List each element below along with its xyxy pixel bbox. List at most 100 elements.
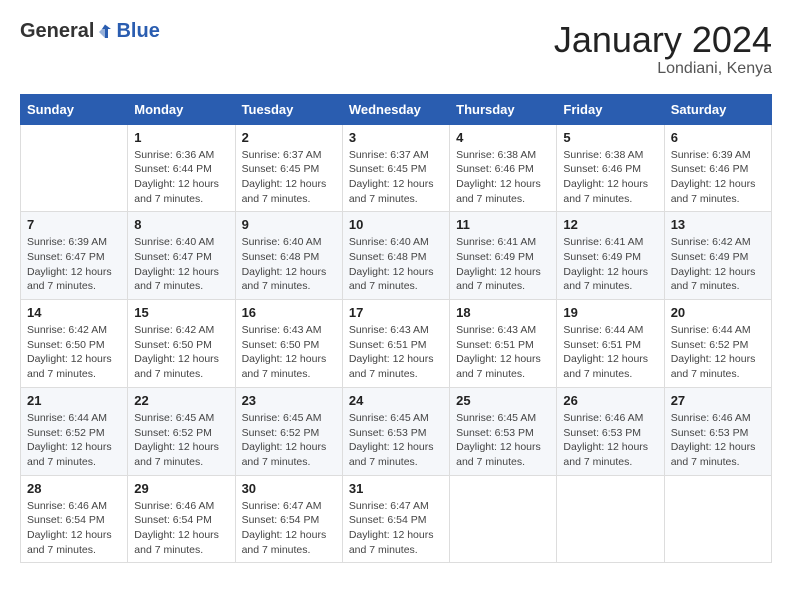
calendar-cell: 10 Sunrise: 6:40 AMSunset: 6:48 PMDayligh… xyxy=(342,212,449,300)
calendar-cell xyxy=(664,475,771,563)
calendar-cell xyxy=(557,475,664,563)
day-info: Sunrise: 6:38 AMSunset: 6:46 PMDaylight:… xyxy=(456,148,550,207)
day-number: 29 xyxy=(134,481,228,496)
day-info: Sunrise: 6:45 AMSunset: 6:53 PMDaylight:… xyxy=(349,411,443,470)
calendar-cell: 18 Sunrise: 6:43 AMSunset: 6:51 PMDayligh… xyxy=(450,300,557,388)
location-title: Londiani, Kenya xyxy=(554,60,772,78)
calendar-week-row: 14Sunrise: 6:42 AMSunset: 6:50 PMDayligh… xyxy=(21,300,772,388)
day-number: 31 xyxy=(349,481,443,496)
calendar-cell: 8 Sunrise: 6:40 AMSunset: 6:47 PMDaylight… xyxy=(128,212,235,300)
day-number: 8 xyxy=(134,217,228,232)
day-info: Sunrise: 6:36 AMSunset: 6:44 PMDaylight:… xyxy=(134,148,228,207)
day-number: 10 xyxy=(349,217,443,232)
day-number: 4 xyxy=(456,130,550,145)
weekday-header: Wednesday xyxy=(342,94,449,124)
day-info: Sunrise: 6:39 AMSunset: 6:46 PMDaylight:… xyxy=(671,148,765,207)
day-number: 18 xyxy=(456,305,550,320)
calendar-cell: 12Sunrise: 6:41 AMSunset: 6:49 PMDayligh… xyxy=(557,212,664,300)
calendar-cell xyxy=(21,124,128,212)
day-number: 5 xyxy=(563,130,657,145)
day-info: Sunrise: 6:38 AMSunset: 6:46 PMDaylight:… xyxy=(563,148,657,207)
day-number: 24 xyxy=(349,393,443,408)
day-info: Sunrise: 6:43 AMSunset: 6:51 PMDaylight:… xyxy=(456,323,550,382)
weekday-header: Friday xyxy=(557,94,664,124)
day-info: Sunrise: 6:44 AMSunset: 6:51 PMDaylight:… xyxy=(563,323,657,382)
month-title: January 2024 xyxy=(554,20,772,60)
day-number: 11 xyxy=(456,217,550,232)
weekday-header: Tuesday xyxy=(235,94,342,124)
day-number: 25 xyxy=(456,393,550,408)
calendar-cell: 9 Sunrise: 6:40 AMSunset: 6:48 PMDaylight… xyxy=(235,212,342,300)
calendar-week-row: 1 Sunrise: 6:36 AMSunset: 6:44 PMDaylight… xyxy=(21,124,772,212)
day-number: 6 xyxy=(671,130,765,145)
calendar-cell: 3 Sunrise: 6:37 AMSunset: 6:45 PMDaylight… xyxy=(342,124,449,212)
calendar-cell: 5 Sunrise: 6:38 AMSunset: 6:46 PMDaylight… xyxy=(557,124,664,212)
weekday-header: Saturday xyxy=(664,94,771,124)
day-number: 3 xyxy=(349,130,443,145)
day-info: Sunrise: 6:47 AMSunset: 6:54 PMDaylight:… xyxy=(242,499,336,558)
day-number: 20 xyxy=(671,305,765,320)
calendar-week-row: 21Sunrise: 6:44 AMSunset: 6:52 PMDayligh… xyxy=(21,387,772,475)
day-info: Sunrise: 6:45 AMSunset: 6:53 PMDaylight:… xyxy=(456,411,550,470)
day-number: 9 xyxy=(242,217,336,232)
calendar-cell: 21Sunrise: 6:44 AMSunset: 6:52 PMDayligh… xyxy=(21,387,128,475)
day-info: Sunrise: 6:41 AMSunset: 6:49 PMDaylight:… xyxy=(456,235,550,294)
calendar-cell: 15Sunrise: 6:42 AMSunset: 6:50 PMDayligh… xyxy=(128,300,235,388)
calendar-cell: 2 Sunrise: 6:37 AMSunset: 6:45 PMDaylight… xyxy=(235,124,342,212)
calendar-cell: 7Sunrise: 6:39 AMSunset: 6:47 PMDaylight… xyxy=(21,212,128,300)
calendar-cell: 6 Sunrise: 6:39 AMSunset: 6:46 PMDaylight… xyxy=(664,124,771,212)
calendar-cell: 27 Sunrise: 6:46 AMSunset: 6:53 PMDayligh… xyxy=(664,387,771,475)
day-info: Sunrise: 6:42 AMSunset: 6:50 PMDaylight:… xyxy=(27,323,121,382)
calendar-cell: 22Sunrise: 6:45 AMSunset: 6:52 PMDayligh… xyxy=(128,387,235,475)
day-number: 28 xyxy=(27,481,121,496)
day-info: Sunrise: 6:40 AMSunset: 6:48 PMDaylight:… xyxy=(349,235,443,294)
calendar-body: 1 Sunrise: 6:36 AMSunset: 6:44 PMDaylight… xyxy=(21,124,772,563)
day-number: 13 xyxy=(671,217,765,232)
weekday-header: Sunday xyxy=(21,94,128,124)
day-number: 1 xyxy=(134,130,228,145)
calendar-cell: 23Sunrise: 6:45 AMSunset: 6:52 PMDayligh… xyxy=(235,387,342,475)
day-info: Sunrise: 6:37 AMSunset: 6:45 PMDaylight:… xyxy=(242,148,336,207)
day-number: 23 xyxy=(242,393,336,408)
day-number: 19 xyxy=(563,305,657,320)
calendar-cell: 19 Sunrise: 6:44 AMSunset: 6:51 PMDayligh… xyxy=(557,300,664,388)
day-number: 16 xyxy=(242,305,336,320)
day-number: 7 xyxy=(27,217,121,232)
calendar-cell: 30Sunrise: 6:47 AMSunset: 6:54 PMDayligh… xyxy=(235,475,342,563)
calendar-cell xyxy=(450,475,557,563)
page-header: General Blue January 2024 Londiani, Keny… xyxy=(20,20,772,78)
day-info: Sunrise: 6:46 AMSunset: 6:53 PMDaylight:… xyxy=(671,411,765,470)
calendar-cell: 17Sunrise: 6:43 AMSunset: 6:51 PMDayligh… xyxy=(342,300,449,388)
day-info: Sunrise: 6:43 AMSunset: 6:50 PMDaylight:… xyxy=(242,323,336,382)
calendar-cell: 31Sunrise: 6:47 AMSunset: 6:54 PMDayligh… xyxy=(342,475,449,563)
day-info: Sunrise: 6:40 AMSunset: 6:48 PMDaylight:… xyxy=(242,235,336,294)
calendar-cell: 28 Sunrise: 6:46 AMSunset: 6:54 PMDayligh… xyxy=(21,475,128,563)
weekday-header: Thursday xyxy=(450,94,557,124)
logo-general: General xyxy=(20,20,94,43)
calendar-cell: 13 Sunrise: 6:42 AMSunset: 6:49 PMDayligh… xyxy=(664,212,771,300)
day-info: Sunrise: 6:44 AMSunset: 6:52 PMDaylight:… xyxy=(671,323,765,382)
day-info: Sunrise: 6:40 AMSunset: 6:47 PMDaylight:… xyxy=(134,235,228,294)
day-info: Sunrise: 6:46 AMSunset: 6:54 PMDaylight:… xyxy=(27,499,121,558)
logo-blue: Blue xyxy=(116,20,159,43)
header-row: SundayMondayTuesdayWednesdayThursdayFrid… xyxy=(21,94,772,124)
day-info: Sunrise: 6:42 AMSunset: 6:49 PMDaylight:… xyxy=(671,235,765,294)
day-number: 27 xyxy=(671,393,765,408)
title-section: January 2024 Londiani, Kenya xyxy=(554,20,772,78)
day-number: 15 xyxy=(134,305,228,320)
weekday-header: Monday xyxy=(128,94,235,124)
calendar-cell: 11 Sunrise: 6:41 AMSunset: 6:49 PMDayligh… xyxy=(450,212,557,300)
calendar-cell: 4 Sunrise: 6:38 AMSunset: 6:46 PMDaylight… xyxy=(450,124,557,212)
day-info: Sunrise: 6:37 AMSunset: 6:45 PMDaylight:… xyxy=(349,148,443,207)
calendar-table: SundayMondayTuesdayWednesdayThursdayFrid… xyxy=(20,94,772,564)
day-info: Sunrise: 6:46 AMSunset: 6:54 PMDaylight:… xyxy=(134,499,228,558)
calendar-cell: 14Sunrise: 6:42 AMSunset: 6:50 PMDayligh… xyxy=(21,300,128,388)
day-info: Sunrise: 6:41 AMSunset: 6:49 PMDaylight:… xyxy=(563,235,657,294)
calendar-week-row: 7Sunrise: 6:39 AMSunset: 6:47 PMDaylight… xyxy=(21,212,772,300)
day-number: 2 xyxy=(242,130,336,145)
day-number: 26 xyxy=(563,393,657,408)
calendar-cell: 20 Sunrise: 6:44 AMSunset: 6:52 PMDayligh… xyxy=(664,300,771,388)
day-info: Sunrise: 6:43 AMSunset: 6:51 PMDaylight:… xyxy=(349,323,443,382)
logo-icon xyxy=(96,23,114,41)
calendar-cell: 29 Sunrise: 6:46 AMSunset: 6:54 PMDayligh… xyxy=(128,475,235,563)
